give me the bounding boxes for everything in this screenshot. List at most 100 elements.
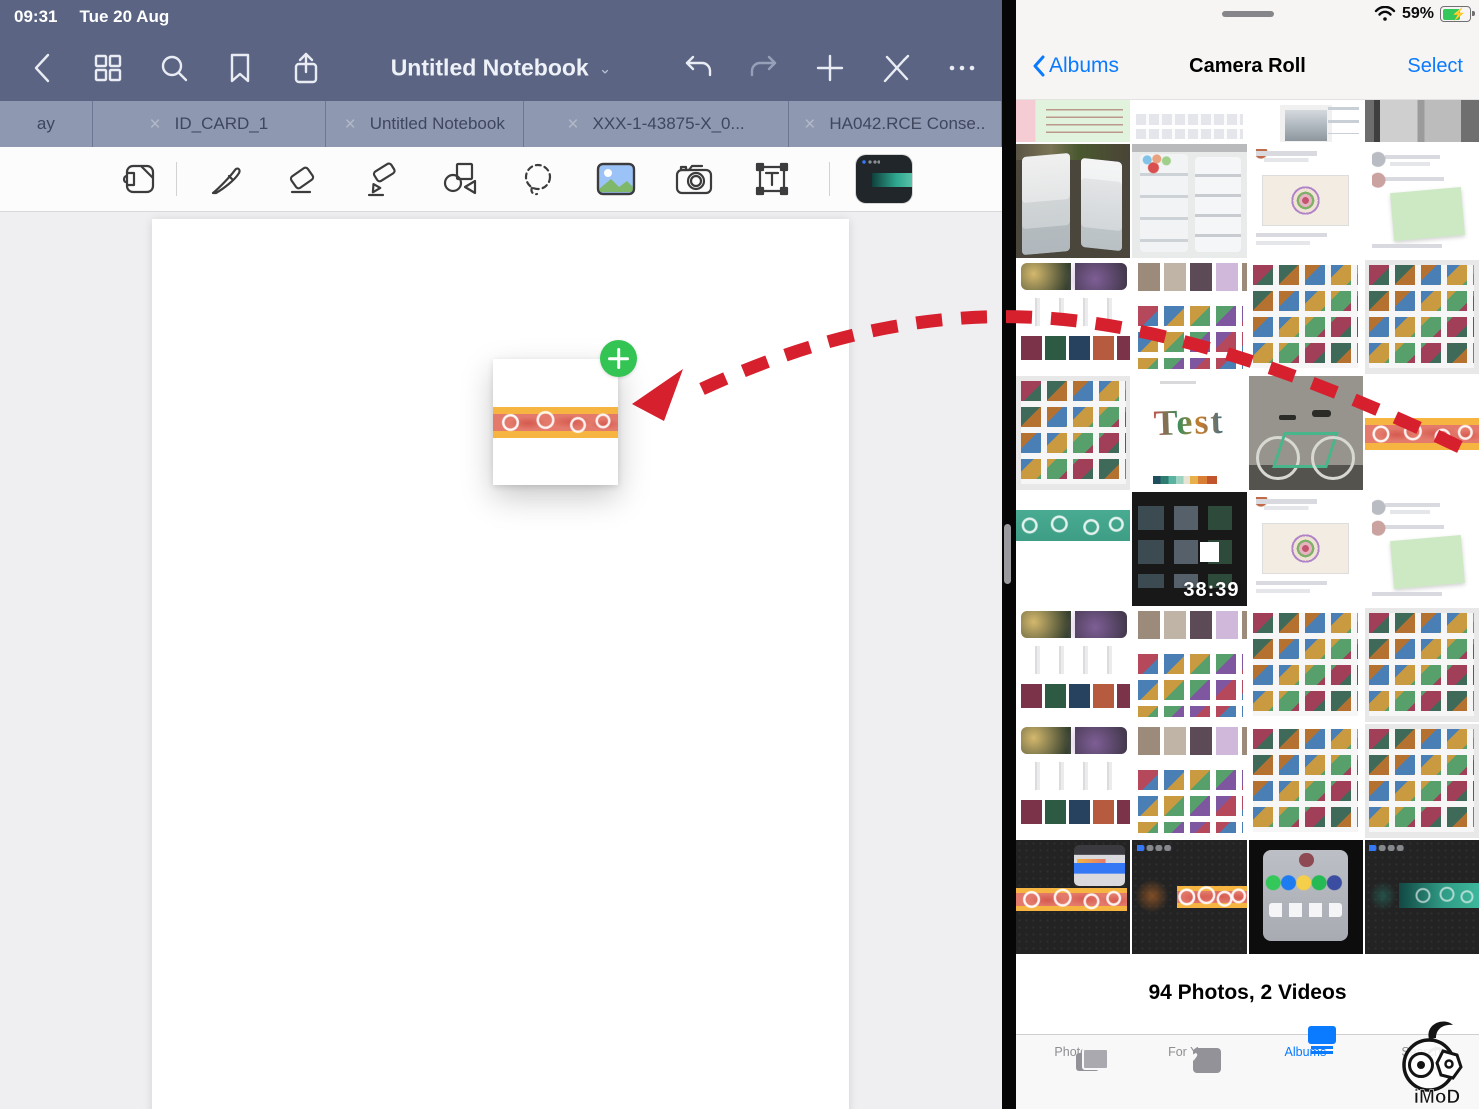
photo-thumb-colorful-art-grid-gray[interactable]	[1365, 260, 1479, 374]
split-drag-handle[interactable]	[1004, 524, 1011, 584]
notes-toolbar	[0, 147, 1002, 212]
more-icon[interactable]	[944, 50, 980, 86]
shapes-tool-icon[interactable]	[437, 156, 483, 202]
search-icon[interactable]	[156, 50, 192, 86]
battery-percent: 59%	[1402, 5, 1434, 23]
text-tool-icon[interactable]	[749, 156, 795, 202]
close-tab-icon[interactable]: ×	[345, 115, 356, 134]
video-duration-badge: 38:39	[1183, 579, 1239, 602]
page-settings-icon[interactable]	[116, 156, 162, 202]
camera-tool-icon[interactable]	[671, 156, 717, 202]
photo-thumb-green-bicycle-photo[interactable]	[1249, 376, 1363, 490]
status-time: 09:31	[14, 7, 57, 35]
close-tab-icon[interactable]: ×	[804, 115, 815, 134]
nav-left-group	[24, 50, 324, 86]
notebook-page[interactable]	[152, 219, 849, 1109]
notebook-title[interactable]: Untitled Notebook ⌄	[391, 55, 612, 82]
stylus-off-icon[interactable]	[878, 50, 914, 86]
photo-thumb-feed-with-green-note[interactable]	[1365, 492, 1479, 606]
photo-thumb-keyboard-screenshot[interactable]	[1132, 100, 1246, 142]
photo-thumb-procreate-canvas-washi-tape[interactable]	[1132, 840, 1246, 954]
lasso-tool-icon[interactable]	[515, 156, 561, 202]
status-date: Tue 20 Aug	[79, 7, 169, 35]
add-plus-badge	[600, 340, 637, 377]
eraser-tool-icon[interactable]	[281, 156, 327, 202]
nav-right-group	[680, 50, 980, 86]
washi-tape-strip	[493, 407, 618, 438]
photo-thumb-colorful-art-grid-white[interactable]	[1249, 724, 1363, 838]
photo-thumb-feed-with-green-note[interactable]	[1365, 144, 1479, 258]
tab-photos[interactable]: Photos	[1016, 1035, 1132, 1109]
wifi-icon	[1374, 6, 1396, 22]
share-icon[interactable]	[288, 50, 324, 86]
photo-thumb-empty-fridge-interior[interactable]	[1132, 144, 1246, 258]
photo-thumb-coloring-app-banners-screenshot[interactable]	[1016, 724, 1130, 838]
chevron-down-icon: ⌄	[599, 59, 612, 77]
photo-thumb-document-with-photo[interactable]	[1249, 100, 1363, 142]
thumbnails-grid-icon[interactable]	[90, 50, 126, 86]
photo-thumb-coloring-app-gallery-screenshot[interactable]	[1132, 724, 1246, 838]
photo-thumb-colorful-art-grid-white[interactable]	[1249, 260, 1363, 374]
window-grabber[interactable]	[1222, 11, 1274, 17]
notebook-canvas[interactable]	[0, 212, 1002, 1109]
back-icon[interactable]	[24, 50, 60, 86]
split-screen: 09:31 Tue 20 Aug Untitled Notebook ⌄	[0, 0, 1479, 1109]
tab-label: Search	[1363, 1045, 1479, 1059]
photo-thumb-test-lettering-artwork[interactable]: Test	[1132, 376, 1246, 490]
select-button[interactable]: Select	[1407, 55, 1463, 78]
bookmark-icon[interactable]	[222, 50, 258, 86]
image-tool-icon[interactable]	[593, 156, 639, 202]
photo-thumb-colorful-art-grid-white[interactable]	[1249, 608, 1363, 722]
close-tab-icon[interactable]: ×	[567, 115, 578, 134]
document-tab[interactable]: ay	[0, 101, 93, 147]
document-tab[interactable]: × XXX-1-43875-X_0...	[524, 101, 788, 147]
toolbar-divider	[176, 162, 177, 196]
photo-thumb-share-sheet-screenshot[interactable]	[1249, 840, 1363, 954]
photo-thumb-coloring-app-gallery-screenshot[interactable]	[1132, 260, 1246, 374]
tab-search[interactable]: Search	[1363, 1035, 1479, 1109]
tab-label: ID_CARD_1	[175, 114, 269, 134]
photo-thumb-colorful-art-grid-gray[interactable]	[1365, 608, 1479, 722]
notes-app-pane: 09:31 Tue 20 Aug Untitled Notebook ⌄	[0, 0, 1002, 1109]
tab-label: Photos	[1016, 1045, 1132, 1059]
pen-tool-icon[interactable]	[203, 156, 249, 202]
document-tab[interactable]: ×Untitled Notebook	[326, 101, 524, 147]
photo-thumb-pink-green-note-screenshot[interactable]	[1016, 100, 1130, 142]
selected-element-preview[interactable]	[856, 155, 912, 203]
tab-for-you[interactable]: For You	[1132, 1035, 1248, 1109]
status-bar-left: 09:31 Tue 20 Aug	[0, 0, 1002, 35]
tab-albums[interactable]: Albums	[1248, 1035, 1364, 1109]
photo-thumb-coloring-app-gallery-screenshot[interactable]	[1132, 608, 1246, 722]
close-tab-icon[interactable]: ×	[150, 115, 161, 134]
tab-label: ay	[37, 114, 55, 134]
photo-thumb-procreate-canvas-teal-tape[interactable]	[1365, 840, 1479, 954]
split-view-divider[interactable]	[1002, 0, 1016, 1109]
photo-thumb-open-fridge-dark-room[interactable]	[1016, 144, 1130, 258]
photo-thumb-colorful-art-grid-gray[interactable]	[1365, 724, 1479, 838]
photo-thumb-teal-washi-tape-sticker[interactable]	[1016, 492, 1130, 606]
photo-thumb-orange-washi-tape-sticker[interactable]	[1365, 376, 1479, 490]
photos-app-pane: 59% ⚡ Albums Camera Roll Select Test38:3…	[1016, 0, 1479, 1109]
photos-tab-bar: PhotosFor YouAlbumsSearch	[1016, 1034, 1479, 1109]
photo-thumb-colorful-art-grid-gray[interactable]	[1016, 376, 1130, 490]
document-tab[interactable]: ×HA042.RCE Conse..	[789, 101, 1002, 147]
document-tab[interactable]: × ID_CARD_1	[93, 101, 326, 147]
undo-icon[interactable]	[680, 50, 716, 86]
photo-thumb-fridge-door-photo[interactable]	[1365, 100, 1479, 142]
add-icon[interactable]	[812, 50, 848, 86]
photo-thumb-coloring-app-banners-screenshot[interactable]	[1016, 260, 1130, 374]
artwork-text: Test	[1153, 399, 1225, 443]
dragged-sticker-card[interactable]	[493, 359, 618, 485]
back-to-albums-button[interactable]: Albums	[1032, 54, 1119, 78]
highlighter-tool-icon[interactable]	[359, 156, 405, 202]
photo-thumb-procreate-gallery-video[interactable]: 38:39	[1132, 492, 1246, 606]
photo-grid: Test 38:39	[1016, 100, 1479, 954]
photo-thumb-procreate-canvas-layers-panel[interactable]	[1016, 840, 1130, 954]
photo-thumb-facebook-post-mandala-coloring[interactable]	[1249, 144, 1363, 258]
redo-icon[interactable]	[746, 50, 782, 86]
document-tabs: ay×ID_CARD_1×Untitled Notebook×XXX-1-438…	[0, 101, 1002, 147]
tab-label: XXX-1-43875-X_0...	[593, 114, 745, 134]
battery-icon: ⚡	[1440, 6, 1471, 22]
photo-thumb-coloring-app-banners-screenshot[interactable]	[1016, 608, 1130, 722]
photo-thumb-facebook-post-mandala-coloring[interactable]	[1249, 492, 1363, 606]
